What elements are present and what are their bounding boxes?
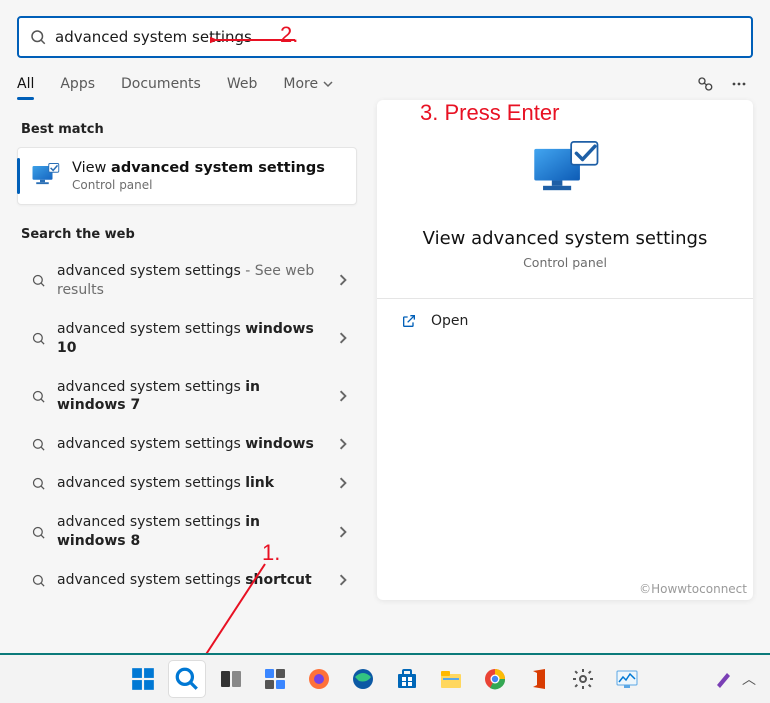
- taskbar-taskview[interactable]: [213, 661, 249, 697]
- taskbar-settings[interactable]: [565, 661, 601, 697]
- search-icon: [25, 476, 51, 491]
- details-title: View advanced system settings: [423, 228, 708, 249]
- open-label: Open: [431, 313, 468, 329]
- best-match-title: View advanced system settings: [72, 160, 325, 176]
- search-icon: [25, 273, 51, 288]
- results-pane: Best match View advanced system settings: [17, 100, 357, 635]
- search-icon: [25, 389, 51, 404]
- taskbar-edge[interactable]: [345, 661, 381, 697]
- search-icon: [25, 331, 51, 346]
- taskbar-store[interactable]: [389, 661, 425, 697]
- chevron-right-icon: [337, 571, 349, 590]
- search-window: All Apps Documents Web More Best match: [0, 0, 770, 703]
- web-result-4[interactable]: advanced system settings link: [17, 464, 357, 503]
- tab-apps[interactable]: Apps: [60, 76, 95, 92]
- chevron-down-icon: [323, 79, 333, 89]
- taskbar-monitor[interactable]: [609, 661, 645, 697]
- monitor-settings-icon: [30, 161, 60, 191]
- taskbar-firefox[interactable]: [301, 661, 337, 697]
- taskbar-search[interactable]: [169, 661, 205, 697]
- web-result-text: advanced system settings - See web resul…: [51, 262, 337, 300]
- taskbar: ︿: [0, 653, 770, 703]
- best-match-heading: Best match: [21, 122, 357, 137]
- taskbar-office[interactable]: [521, 661, 557, 697]
- details-pane: View advanced system settings Control pa…: [377, 100, 753, 600]
- chevron-right-icon: [337, 387, 349, 406]
- search-bar[interactable]: [17, 16, 753, 58]
- web-result-1[interactable]: advanced system settings windows 10: [17, 310, 357, 368]
- best-match-result[interactable]: View advanced system settings Control pa…: [17, 147, 357, 205]
- tabs-row: All Apps Documents Web More: [0, 68, 770, 100]
- web-result-5[interactable]: advanced system settings in windows 8: [17, 503, 357, 561]
- web-result-0[interactable]: advanced system settings - See web resul…: [17, 252, 357, 310]
- monitor-settings-large-icon: [529, 138, 601, 206]
- web-result-text: advanced system settings windows: [51, 435, 337, 454]
- taskbar-widgets[interactable]: [257, 661, 293, 697]
- web-result-text: advanced system settings in windows 8: [51, 513, 337, 551]
- web-results-list: advanced system settings - See web resul…: [17, 252, 357, 600]
- web-result-6[interactable]: advanced system settings shortcut: [17, 561, 357, 600]
- tab-all[interactable]: All: [17, 76, 34, 92]
- web-result-text: advanced system settings shortcut: [51, 571, 337, 590]
- web-result-text: advanced system settings windows 10: [51, 320, 337, 358]
- search-icon: [25, 437, 51, 452]
- web-result-text: advanced system settings in windows 7: [51, 378, 337, 416]
- tab-more[interactable]: More: [283, 76, 332, 92]
- tab-web[interactable]: Web: [227, 76, 258, 92]
- open-link-icon: [401, 313, 417, 329]
- recent-searches-icon[interactable]: [691, 70, 719, 98]
- search-input[interactable]: [47, 27, 741, 47]
- open-action[interactable]: Open: [397, 299, 733, 343]
- watermark: ©Howwtoconnect: [639, 582, 747, 596]
- pen-icon[interactable]: [714, 670, 732, 688]
- more-options-icon[interactable]: [725, 70, 753, 98]
- details-subtitle: Control panel: [523, 255, 607, 270]
- search-icon: [29, 28, 47, 46]
- web-result-3[interactable]: advanced system settings windows: [17, 425, 357, 464]
- taskbar-chrome[interactable]: [477, 661, 513, 697]
- chevron-right-icon: [337, 435, 349, 454]
- tab-documents[interactable]: Documents: [121, 76, 201, 92]
- taskbar-start[interactable]: [125, 661, 161, 697]
- web-result-text: advanced system settings link: [51, 474, 337, 493]
- chevron-right-icon: [337, 271, 349, 290]
- chevron-right-icon: [337, 523, 349, 542]
- chevron-right-icon: [337, 329, 349, 348]
- web-result-2[interactable]: advanced system settings in windows 7: [17, 368, 357, 426]
- best-match-subtitle: Control panel: [72, 178, 325, 192]
- search-icon: [25, 573, 51, 588]
- search-web-heading: Search the web: [21, 227, 357, 242]
- taskbar-explorer[interactable]: [433, 661, 469, 697]
- tray-chevron-up-icon[interactable]: ︿: [742, 669, 756, 689]
- chevron-right-icon: [337, 474, 349, 493]
- search-icon: [25, 525, 51, 540]
